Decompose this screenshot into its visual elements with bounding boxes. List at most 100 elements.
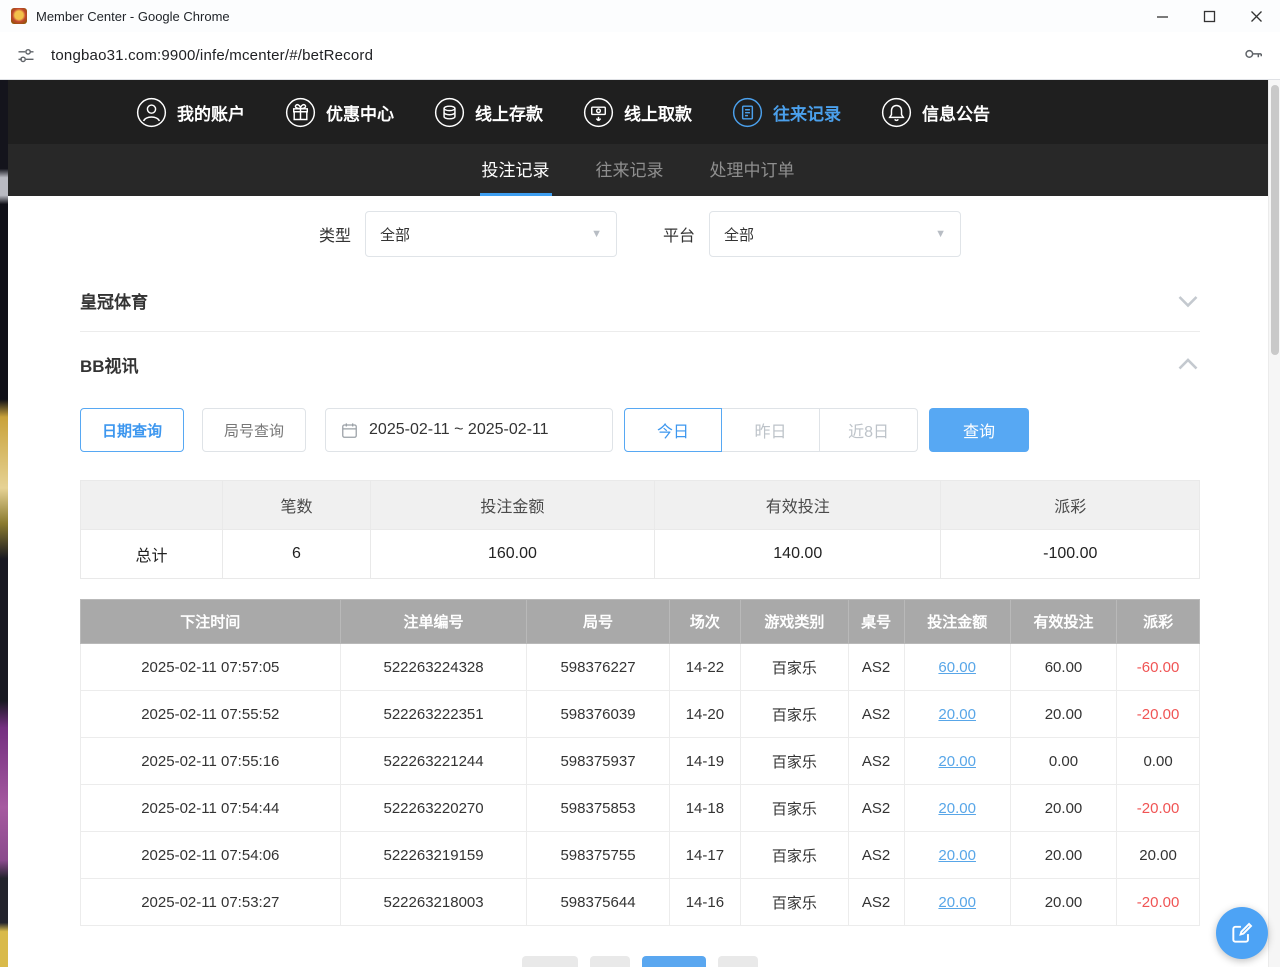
- col-table-no: 桌号: [848, 600, 904, 644]
- nav-label: 我的账户: [177, 100, 245, 125]
- scrollbar-thumb[interactable]: [1271, 85, 1279, 355]
- cell-valid_bet: 60.00: [1010, 644, 1116, 691]
- today-button[interactable]: 今日: [624, 408, 722, 452]
- nav-label: 线上存款: [475, 100, 543, 125]
- cell-round_no: 598375853: [527, 785, 669, 832]
- scrollbar[interactable]: [1268, 80, 1280, 967]
- search-button[interactable]: 查询: [929, 408, 1029, 452]
- cell-table_no: AS2: [848, 691, 904, 738]
- user-icon: [136, 97, 167, 128]
- pagination: [80, 956, 1200, 967]
- nav-item-withdraw[interactable]: 线上取款: [583, 97, 692, 128]
- section-title: 皇冠体育: [80, 288, 148, 313]
- deposit-icon: [434, 97, 465, 128]
- date-range-value: 2025-02-11 ~ 2025-02-11: [369, 421, 549, 439]
- cell-bet_amount[interactable]: 20.00: [904, 879, 1010, 926]
- col-bet-no: 注单编号: [340, 600, 527, 644]
- url-bar[interactable]: tongbao31.com:9900/infe/mcenter/#/betRec…: [0, 32, 1280, 80]
- nav-item-records[interactable]: 往来记录: [732, 97, 841, 128]
- cell-game: 百家乐: [741, 738, 848, 785]
- cell-time: 2025-02-11 07:53:27: [81, 879, 341, 926]
- table-row: 2025-02-11 07:53:27522263218003598375644…: [81, 879, 1200, 926]
- yesterday-button[interactable]: 昨日: [722, 408, 820, 452]
- close-button[interactable]: [1233, 0, 1280, 32]
- date-query-button[interactable]: 日期查询: [80, 408, 184, 452]
- nav-item-promotions[interactable]: 优惠中心: [285, 97, 394, 128]
- summary-valid-bet: 140.00: [655, 530, 941, 579]
- date-range-input[interactable]: 2025-02-11 ~ 2025-02-11: [325, 408, 613, 452]
- pagination-button[interactable]: [522, 956, 578, 967]
- cell-valid_bet: 20.00: [1010, 785, 1116, 832]
- cell-bet_amount[interactable]: 60.00: [904, 644, 1010, 691]
- col-bet-amount: 投注金额: [904, 600, 1010, 644]
- url-text[interactable]: tongbao31.com:9900/infe/mcenter/#/betRec…: [51, 47, 1227, 64]
- edit-fab[interactable]: [1216, 907, 1268, 959]
- cell-session: 14-17: [669, 832, 741, 879]
- pagination-button[interactable]: [642, 956, 706, 967]
- main-nav: 我的账户 优惠中心 线上存款 线上取款 往来记录 信息公告: [8, 80, 1268, 144]
- tab-processing-orders[interactable]: 处理中订单: [708, 144, 797, 196]
- password-key-icon[interactable]: [1242, 42, 1264, 69]
- nav-label: 优惠中心: [326, 100, 394, 125]
- nav-label: 往来记录: [773, 100, 841, 125]
- cell-session: 14-20: [669, 691, 741, 738]
- pagination-button[interactable]: [718, 956, 758, 967]
- cell-time: 2025-02-11 07:55:52: [81, 691, 341, 738]
- window-favicon: [11, 8, 27, 24]
- pagination-button[interactable]: [590, 956, 630, 967]
- gift-icon: [285, 97, 316, 128]
- cell-payout: -20.00: [1117, 691, 1200, 738]
- chevron-down-icon[interactable]: [1176, 289, 1200, 313]
- nav-item-deposit[interactable]: 线上存款: [434, 97, 543, 128]
- cell-bet_no: 522263222351: [340, 691, 527, 738]
- col-round-no: 局号: [527, 600, 669, 644]
- col-valid-bet: 有效投注: [1010, 600, 1116, 644]
- cell-time: 2025-02-11 07:54:06: [81, 832, 341, 879]
- nav-item-announcements[interactable]: 信息公告: [881, 97, 990, 128]
- table-row: 2025-02-11 07:55:52522263222351598376039…: [81, 691, 1200, 738]
- maximize-icon: [1203, 10, 1216, 23]
- last8days-button[interactable]: 近8日: [820, 408, 918, 452]
- tab-transaction-records[interactable]: 往来记录: [594, 144, 666, 196]
- cell-session: 14-22: [669, 644, 741, 691]
- cell-time: 2025-02-11 07:55:16: [81, 738, 341, 785]
- nav-label: 信息公告: [922, 100, 990, 125]
- cell-bet_amount[interactable]: 20.00: [904, 785, 1010, 832]
- cell-valid_bet: 20.00: [1010, 832, 1116, 879]
- sub-tabs: 投注记录 往来记录 处理中订单: [8, 144, 1268, 196]
- cell-bet_amount[interactable]: 20.00: [904, 832, 1010, 879]
- nav-item-my-account[interactable]: 我的账户: [136, 97, 245, 128]
- platform-select-value: 全部: [724, 224, 754, 245]
- close-icon: [1250, 10, 1263, 23]
- minimize-button[interactable]: [1139, 0, 1186, 32]
- summary-payout: -100.00: [941, 530, 1200, 579]
- cell-game: 百家乐: [741, 785, 848, 832]
- site-settings-icon[interactable]: [16, 46, 36, 66]
- cell-valid_bet: 0.00: [1010, 738, 1116, 785]
- cell-payout: 20.00: [1117, 832, 1200, 879]
- cell-session: 14-18: [669, 785, 741, 832]
- cell-payout: 0.00: [1117, 738, 1200, 785]
- summary-header-payout: 派彩: [941, 481, 1200, 530]
- section-bb-video[interactable]: BB视讯: [80, 332, 1200, 396]
- section-crown-sports[interactable]: 皇冠体育: [80, 270, 1200, 332]
- records-icon: [732, 97, 763, 128]
- edit-icon: [1229, 920, 1255, 946]
- minimize-icon: [1156, 10, 1169, 23]
- cell-bet_amount[interactable]: 20.00: [904, 691, 1010, 738]
- platform-filter-label: 平台: [663, 222, 695, 246]
- cell-bet_amount[interactable]: 20.00: [904, 738, 1010, 785]
- chevron-up-icon[interactable]: [1176, 352, 1200, 376]
- table-row: 2025-02-11 07:55:16522263221244598375937…: [81, 738, 1200, 785]
- cell-table_no: AS2: [848, 832, 904, 879]
- maximize-button[interactable]: [1186, 0, 1233, 32]
- platform-select[interactable]: 全部 ▼: [709, 211, 961, 257]
- round-query-button[interactable]: 局号查询: [202, 408, 306, 452]
- query-toolbar: 日期查询 局号查询 2025-02-11 ~ 2025-02-11 今日 昨日 …: [80, 408, 1200, 452]
- background-window-strip: [0, 80, 8, 967]
- summary-total-row: 总计 6 160.00 140.00 -100.00: [81, 530, 1200, 579]
- tab-bet-records[interactable]: 投注记录: [480, 144, 552, 196]
- cell-bet_no: 522263224328: [340, 644, 527, 691]
- cell-round_no: 598376227: [527, 644, 669, 691]
- type-select[interactable]: 全部 ▼: [365, 211, 617, 257]
